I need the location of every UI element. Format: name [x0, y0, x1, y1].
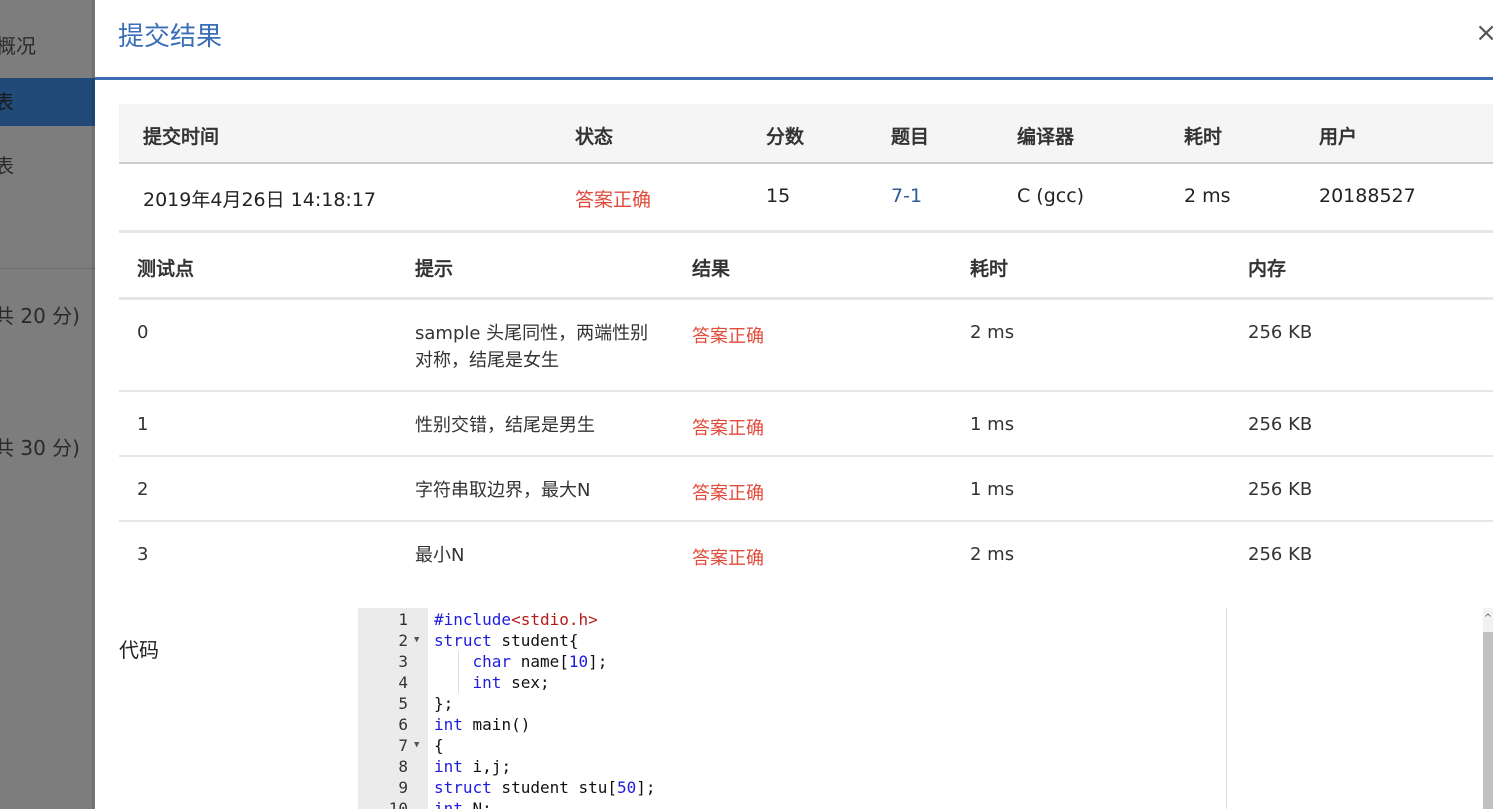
- bg-sidebar-item: 表: [0, 154, 14, 178]
- testcase-table: 测试点 提示 结果 耗时 内存 0 sample 头尾同性，两端性别对称，结尾是…: [119, 230, 1493, 585]
- table-row: 0 sample 头尾同性，两端性别对称，结尾是女生 答案正确 2 ms 256…: [119, 300, 1493, 392]
- line-number: 2: [398, 631, 408, 650]
- fold-arrow-icon[interactable]: ▼: [414, 630, 419, 651]
- header-memory: 内存: [1248, 258, 1287, 280]
- testcase-id: 1: [137, 414, 149, 435]
- line-number: 9: [398, 778, 408, 797]
- code-text: int N;: [434, 799, 492, 809]
- testcase-time: 1 ms: [970, 479, 1015, 500]
- code-line: 4 int sex;: [358, 672, 1226, 693]
- background-sidebar: 概况 表 表 共 20 分) 共 30 分): [0, 0, 95, 809]
- code-line: 10 int N;: [358, 798, 1226, 809]
- testcase-memory: 256 KB: [1248, 322, 1313, 343]
- code-line: 3 char name[10];: [358, 651, 1226, 672]
- code-line: 7 ▼ {: [358, 735, 1226, 756]
- code-label: 代码: [119, 638, 159, 662]
- bg-sidebar-item-active: 表: [0, 78, 95, 126]
- code-text: char name[10];: [472, 652, 608, 671]
- bg-section-score: 共 30 分): [0, 436, 80, 460]
- modal-header: 提交结果 ×: [95, 0, 1493, 80]
- code-line: 1 #include<stdio.h>: [358, 609, 1226, 630]
- header-status: 状态: [575, 126, 614, 148]
- code-text: #include<stdio.h>: [434, 610, 598, 629]
- code-line: 8 int i,j;: [358, 756, 1226, 777]
- testcase-memory: 256 KB: [1248, 414, 1313, 435]
- testcase-hint: 性别交错，结尾是男生: [415, 415, 595, 436]
- elapsed-value: 2 ms: [1184, 185, 1231, 207]
- line-number: 10: [388, 799, 408, 809]
- header-testcase: 测试点: [137, 258, 195, 280]
- code-text: };: [434, 694, 454, 713]
- testcase-time: 2 ms: [970, 544, 1015, 565]
- bg-sidebar-item-label: 表: [0, 90, 14, 114]
- code-line: 6 int main(): [358, 714, 1226, 735]
- code-scrollbar[interactable]: ^: [1483, 608, 1493, 809]
- testcase-hint: 字符串取边界，最大N: [415, 480, 591, 501]
- header-problem: 题目: [891, 126, 930, 148]
- code-text: int i,j;: [434, 757, 512, 776]
- testcase-hint: 最小N: [415, 545, 465, 566]
- header-result: 结果: [692, 258, 731, 280]
- code-text: int main(): [434, 715, 531, 734]
- testcase-table-header: 测试点 提示 结果 耗时 内存: [119, 230, 1493, 300]
- testcase-id: 3: [137, 544, 149, 565]
- line-number: 5: [398, 694, 408, 713]
- header-score: 分数: [766, 126, 805, 148]
- table-row: 2 字符串取边界，最大N 答案正确 1 ms 256 KB: [119, 457, 1493, 522]
- submit-time: 2019年4月26日 14:18:17: [143, 189, 376, 211]
- testcase-result: 答案正确: [692, 548, 764, 569]
- testcase-memory: 256 KB: [1248, 479, 1313, 500]
- header-time: 耗时: [970, 258, 1009, 280]
- indent-guide: [458, 651, 459, 693]
- submission-table: 提交时间 状态 分数 题目 编译器 耗时 用户 2019年4月26日 14:18…: [119, 104, 1493, 233]
- line-number: 7: [398, 736, 408, 755]
- status-badge: 答案正确: [575, 189, 652, 211]
- testcase-memory: 256 KB: [1248, 544, 1313, 565]
- header-user: 用户: [1319, 126, 1358, 148]
- problem-link[interactable]: 7-1: [891, 185, 922, 207]
- testcase-time: 2 ms: [970, 322, 1015, 343]
- code-text: struct student{: [434, 631, 579, 650]
- table-row: 1 性别交错，结尾是男生 答案正确 1 ms 256 KB: [119, 392, 1493, 457]
- header-hint: 提示: [415, 258, 454, 280]
- code-text: {: [434, 736, 444, 755]
- compiler-value: C (gcc): [1017, 185, 1085, 207]
- testcase-time: 1 ms: [970, 414, 1015, 435]
- submission-row: 2019年4月26日 14:18:17 答案正确 15 7-1 C (gcc) …: [119, 164, 1493, 233]
- line-number: 8: [398, 757, 408, 776]
- modal-title: 提交结果: [118, 22, 223, 52]
- scroll-up-arrow-icon[interactable]: ^: [1483, 612, 1493, 626]
- testcase-id: 2: [137, 479, 149, 500]
- bg-sidebar-item-overview: 概况: [0, 34, 36, 58]
- bg-section-score: 共 20 分): [0, 304, 80, 328]
- header-compiler: 编译器: [1017, 126, 1075, 148]
- header-elapsed: 耗时: [1184, 126, 1223, 148]
- line-number: 1: [398, 610, 408, 629]
- code-editor[interactable]: 1 #include<stdio.h> 2 ▼ struct student{3 cha…: [358, 608, 1227, 809]
- testcase-id: 0: [137, 322, 149, 343]
- code-text: int sex;: [472, 673, 550, 692]
- line-number: 3: [398, 652, 408, 671]
- line-number: 4: [398, 673, 408, 692]
- scroll-thumb[interactable]: [1483, 632, 1493, 809]
- code-line: 2 ▼ struct student{: [358, 630, 1226, 651]
- testcase-result: 答案正确: [692, 418, 764, 439]
- submission-table-header: 提交时间 状态 分数 题目 编译器 耗时 用户: [119, 104, 1493, 164]
- code-text: struct student stu[50];: [434, 778, 656, 797]
- bg-divider: [0, 268, 95, 269]
- testcase-result: 答案正确: [692, 326, 764, 347]
- close-icon[interactable]: ×: [1475, 18, 1493, 48]
- table-row: 3 最小N 答案正确 2 ms 256 KB: [119, 522, 1493, 585]
- line-number: 6: [398, 715, 408, 734]
- testcase-result: 答案正确: [692, 483, 764, 504]
- code-line: 5};: [358, 693, 1226, 714]
- submission-result-modal: 提交结果 × 提交时间 状态 分数 题目 编译器 耗时 用户 2019年4月26…: [95, 0, 1493, 809]
- user-value: 20188527: [1319, 185, 1416, 207]
- score-value: 15: [766, 185, 791, 207]
- code-line: 9 struct student stu[50];: [358, 777, 1226, 798]
- testcase-hint: sample 头尾同性，两端性别对称，结尾是女生: [415, 323, 649, 371]
- fold-arrow-icon[interactable]: ▼: [414, 735, 419, 756]
- header-submit-time: 提交时间: [143, 126, 220, 148]
